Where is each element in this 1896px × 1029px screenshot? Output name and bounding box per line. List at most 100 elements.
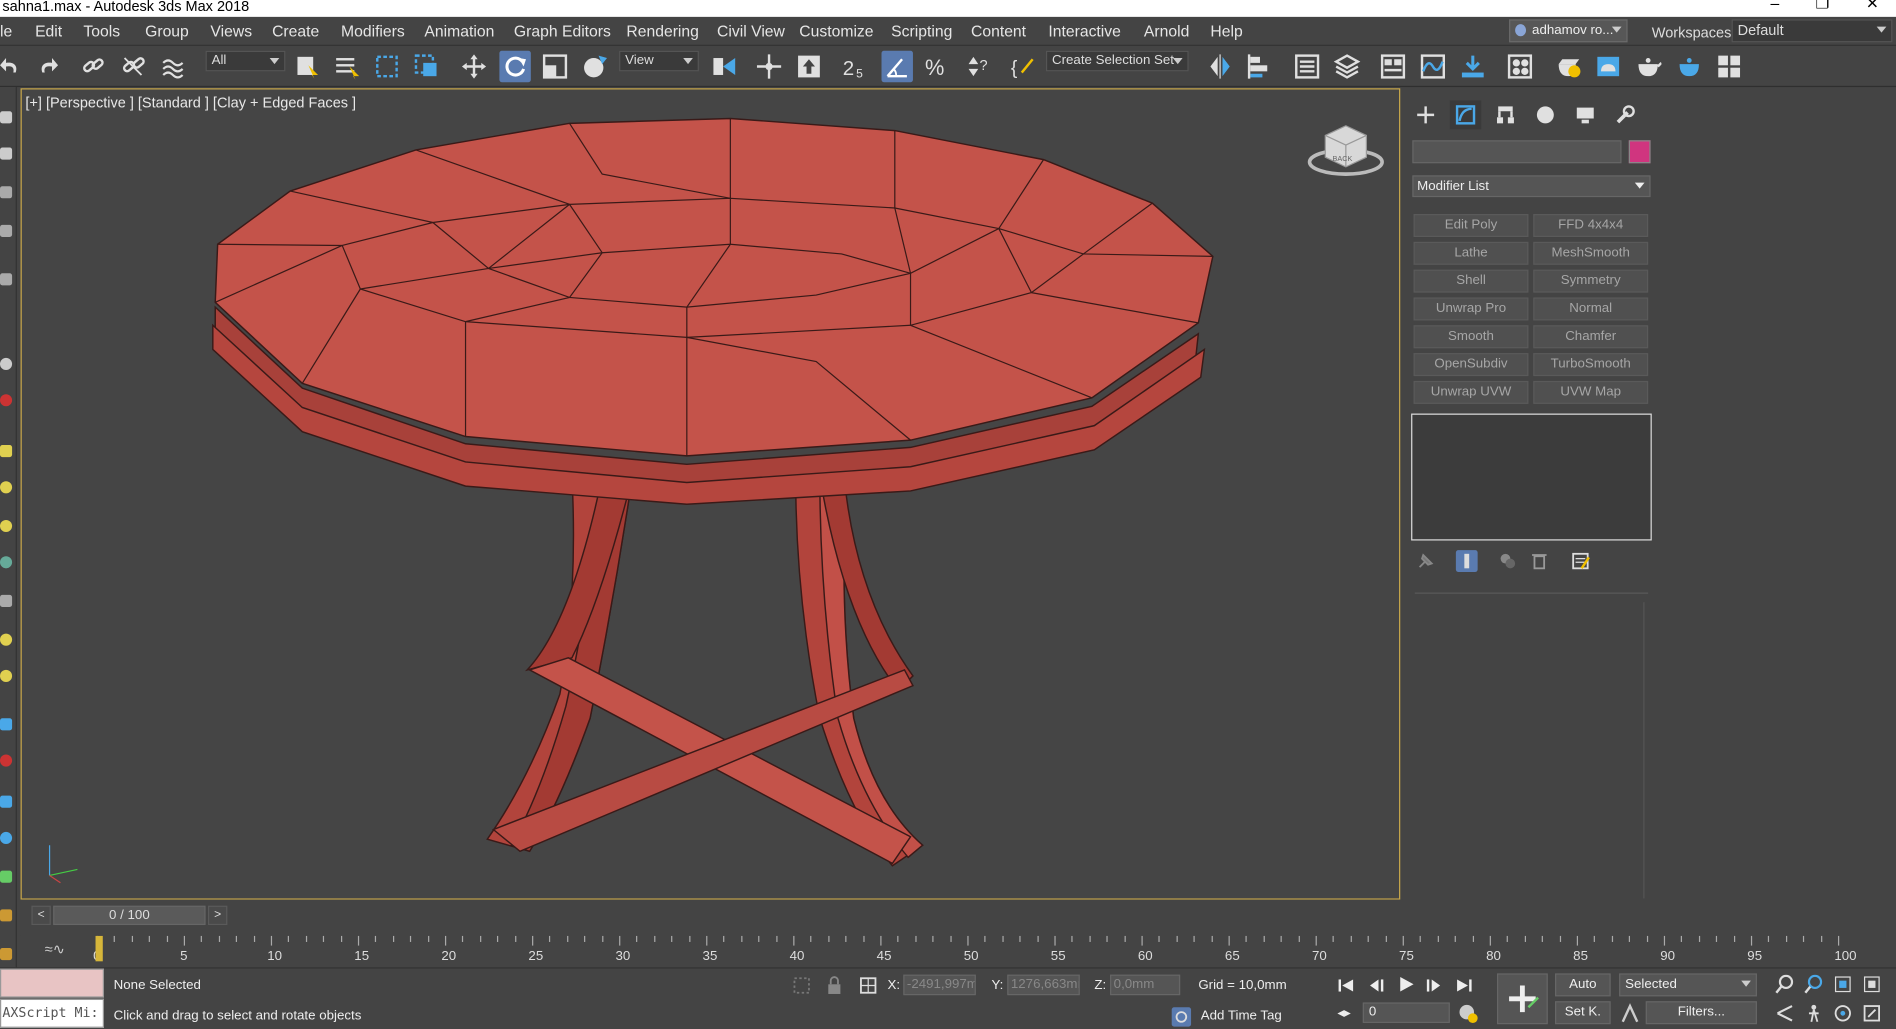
modifier-symmetry-button[interactable]: Symmetry (1533, 269, 1649, 293)
light-icon[interactable] (0, 394, 13, 407)
zoom-all-icon[interactable] (1802, 972, 1826, 996)
hierarchy-icon[interactable] (0, 186, 13, 199)
object-name-field[interactable] (1412, 140, 1622, 164)
shape-icon[interactable] (0, 556, 13, 569)
lock-icon[interactable] (826, 976, 843, 999)
material-editor-button[interactable] (1504, 51, 1535, 82)
manipulate-button[interactable] (753, 51, 784, 82)
sun-icon[interactable] (0, 633, 13, 646)
sphere-icon[interactable] (0, 357, 13, 371)
rollout-scrollbar[interactable] (1643, 602, 1645, 899)
time-slider-next-button[interactable]: > (207, 905, 228, 926)
filter-icon[interactable] (0, 147, 13, 160)
mirror-button[interactable] (1204, 51, 1235, 82)
modifier-ffd-button[interactable]: FFD 4x4x4 (1533, 214, 1649, 238)
maximize-button[interactable]: ❐ (1816, 0, 1830, 11)
time-slider[interactable]: 0 / 100 (53, 905, 206, 926)
minimize-button[interactable]: – (1771, 0, 1780, 11)
render-activeshade-button[interactable] (1674, 51, 1705, 82)
next-frame-button[interactable] (1422, 976, 1444, 995)
modifier-unwrap-uvw-button[interactable]: Unwrap UVW (1413, 380, 1529, 404)
render-setup-button[interactable] (1553, 51, 1584, 82)
current-frame-field[interactable]: 0 (1362, 1002, 1450, 1023)
mini-curve-editor-icon[interactable]: ≈∿ (45, 941, 65, 958)
x-coordinate-field[interactable]: -2491,997mm (903, 974, 976, 996)
zoom-extents-icon[interactable] (1831, 972, 1855, 996)
absolute-mode-icon[interactable] (859, 976, 878, 999)
isolate-selection-icon[interactable] (792, 976, 811, 999)
particle-icon[interactable] (0, 754, 13, 767)
snaps-toggle-button[interactable]: 25 (840, 51, 871, 82)
sort-icon[interactable] (0, 481, 13, 494)
show-end-result-icon[interactable] (1455, 550, 1478, 572)
window-crossing-button[interactable] (411, 51, 442, 82)
edit-named-selection-button[interactable]: { (1007, 51, 1038, 82)
camera-icon[interactable] (0, 519, 13, 533)
key-filters-button[interactable]: Filters... (1645, 1001, 1757, 1025)
field-of-view-icon[interactable] (1773, 1001, 1797, 1025)
frozen-icon[interactable] (0, 909, 13, 922)
display-icon[interactable] (0, 273, 13, 286)
reference-coordinate-dropdown[interactable]: View (619, 50, 699, 72)
menu-customize[interactable]: Customize (799, 22, 873, 40)
y-coordinate-field[interactable]: 1276,663mm (1007, 974, 1080, 996)
scene-explorer-icon[interactable] (0, 111, 13, 124)
track-bar[interactable]: ≈∿ 0510152025303540455055606570758085909… (20, 935, 1896, 965)
undo-button[interactable] (0, 51, 27, 82)
keyboard-shortcut-button[interactable] (793, 51, 824, 82)
zoom-icon[interactable] (1773, 972, 1797, 996)
pan-icon[interactable] (1802, 1001, 1826, 1025)
modifier-list-dropdown[interactable]: Modifier List (1412, 175, 1651, 198)
trash-icon[interactable] (1528, 550, 1550, 572)
modifier-uvw-map-button[interactable]: UVW Map (1533, 380, 1649, 404)
tab-utilities[interactable] (1609, 100, 1640, 129)
tab-display[interactable] (1570, 100, 1601, 129)
menu-content[interactable]: Content (971, 22, 1026, 40)
menu-graph-editors[interactable]: Graph Editors (514, 22, 611, 40)
layers-icon[interactable] (0, 224, 13, 238)
playhead[interactable] (95, 935, 103, 962)
modifier-stack-list[interactable] (1411, 413, 1652, 541)
menu-arnold[interactable]: Arnold (1144, 22, 1189, 40)
key-filter-selected-dropdown[interactable]: Selected (1619, 973, 1757, 997)
selection-set-dropdown[interactable]: Create Selection Set (1045, 50, 1189, 72)
user-account-dropdown[interactable]: adhamov ro... (1509, 19, 1628, 43)
frame-ruler[interactable]: 0510152025303540455055606570758085909510… (93, 935, 1857, 965)
menu-rendering[interactable]: Rendering (626, 22, 699, 40)
maxscript-mini-listener[interactable]: AXScript Mi: (0, 998, 104, 1028)
geometry-icon[interactable] (0, 594, 13, 608)
scene-explorer-button[interactable] (1291, 51, 1322, 82)
zoom-extents-all-icon[interactable] (1860, 972, 1884, 996)
curve-editor-button[interactable] (1417, 51, 1448, 82)
configure-sets-icon[interactable] (1570, 550, 1592, 572)
ribbon-toggle-button[interactable] (1377, 51, 1408, 82)
container-icon[interactable] (0, 870, 13, 883)
place-button[interactable] (579, 51, 610, 82)
modifier-turbosmooth-button[interactable]: TurboSmooth (1533, 353, 1649, 377)
key-mode-icon[interactable] (1619, 1002, 1641, 1027)
time-tag-icon[interactable] (1171, 1006, 1193, 1029)
layer-explorer-button[interactable] (1331, 51, 1362, 82)
time-config-arrows-icon[interactable]: ◂▸ (1337, 1005, 1350, 1021)
modifier-edit-poly-button[interactable]: Edit Poly (1413, 214, 1529, 238)
scale-button[interactable] (539, 51, 570, 82)
percent-snap-button[interactable]: % (921, 51, 952, 82)
tab-modify[interactable] (1449, 100, 1482, 130)
modifier-smooth-button[interactable]: Smooth (1413, 325, 1529, 349)
move-button[interactable] (458, 51, 489, 82)
time-configuration-icon[interactable] (1457, 1002, 1479, 1027)
spacewarp-icon[interactable] (0, 795, 13, 808)
helper-icon[interactable] (0, 444, 13, 458)
unlink-button[interactable] (117, 51, 148, 82)
menu-animation[interactable]: Animation (424, 22, 494, 40)
menu-civil-view[interactable]: Civil View (717, 22, 785, 40)
align-button[interactable] (1244, 51, 1275, 82)
modifier-meshsmooth-button[interactable]: MeshSmooth (1533, 241, 1649, 265)
modifier-unwrap-pro-button[interactable]: Unwrap Pro (1413, 297, 1529, 321)
menu-interactive[interactable]: Interactive (1048, 22, 1121, 40)
tab-create[interactable] (1410, 100, 1441, 129)
close-button[interactable]: ✕ (1866, 0, 1879, 11)
set-key-big-button[interactable] (1496, 973, 1548, 1025)
orbit-icon[interactable] (1831, 1001, 1855, 1025)
a360-render-button[interactable] (1713, 51, 1744, 82)
